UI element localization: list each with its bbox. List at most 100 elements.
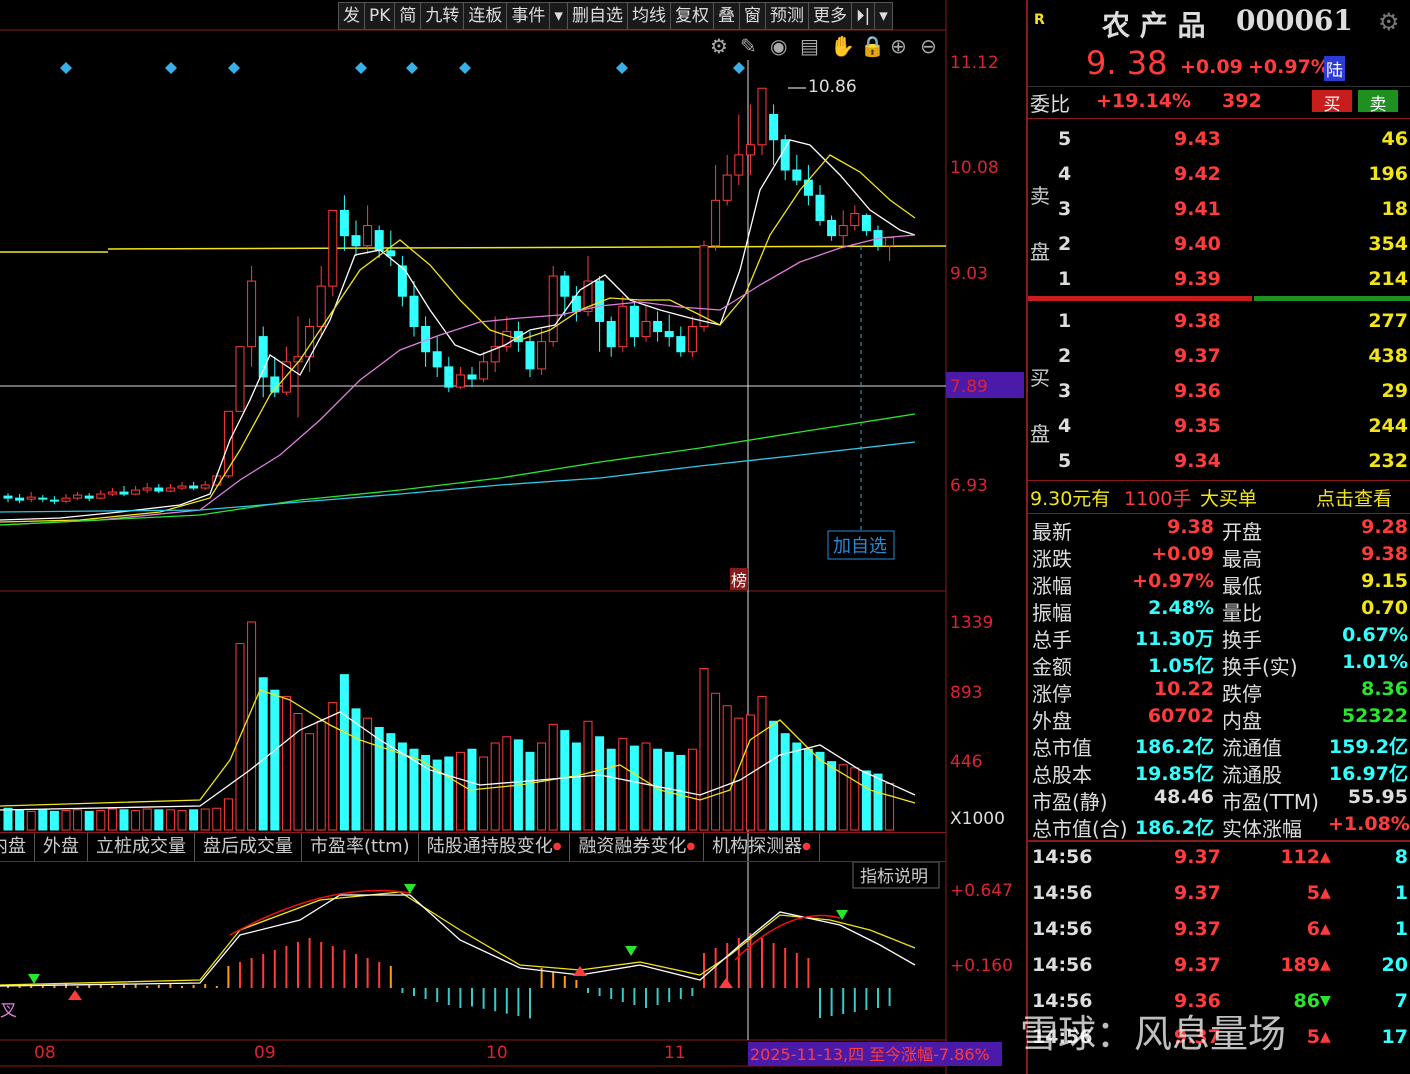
stat-value: 48.46 — [1153, 786, 1214, 808]
volume-bar — [525, 751, 535, 831]
new-dot-icon: ● — [802, 841, 811, 852]
volume-bar — [571, 742, 581, 831]
volume-bar — [374, 726, 384, 831]
indicator-tab[interactable]: 立桩成交量 — [88, 833, 195, 861]
candle-body — [815, 194, 825, 221]
candle-body — [200, 484, 210, 489]
candle-body — [653, 320, 663, 333]
kline-chart[interactable]: 11.12 10.08 9.03 7.89 6.93 1339 893 446 X1000 +0.… — [0, 0, 1026, 1074]
volume-bar — [618, 737, 628, 831]
range-label: 2025-11-13,四 至今涨幅-7.86% — [750, 1045, 990, 1064]
tick-time: 14:56 — [1032, 846, 1093, 868]
indicator-tab[interactable]: 机构探测器● — [704, 833, 820, 861]
stat-label: 涨停 — [1032, 682, 1072, 706]
weibi-diff: 392 — [1222, 90, 1262, 112]
signal-diamond-icon — [165, 62, 177, 74]
volume-bar — [212, 807, 222, 831]
volume-bar — [757, 695, 767, 831]
tick-count: 17 — [1381, 1026, 1408, 1048]
candle-body — [73, 494, 83, 499]
indicator-tab[interactable]: 陆股通持股变化● — [419, 833, 571, 861]
up-arrow-icon: ▲ — [1320, 1029, 1331, 1045]
tick-time: 14:56 — [1032, 918, 1093, 940]
candle-body — [339, 209, 349, 237]
sell-price: 9.39 — [1174, 268, 1221, 290]
eye-icon[interactable]: ◉ — [770, 34, 787, 58]
volume-bar — [61, 810, 71, 831]
stat-label: 市盈(TTM) — [1222, 790, 1319, 814]
volume-bar — [200, 808, 210, 831]
candle-body — [235, 346, 245, 412]
candle-body — [699, 245, 709, 328]
signal-diamond-icon — [406, 62, 418, 74]
big-order-row[interactable]: 9.30元有 1100手 大买单 点击查看 — [1028, 480, 1410, 514]
volume-bar — [861, 770, 871, 831]
signal-diamond-icon — [616, 62, 628, 74]
new-dot-icon: ● — [686, 841, 696, 852]
zoom-out-icon[interactable]: ⊖ — [920, 34, 937, 58]
candle-body — [629, 305, 639, 338]
candle-body — [769, 113, 779, 141]
sell-button[interactable]: 卖 — [1358, 90, 1398, 115]
tick-volume: 189 — [1280, 954, 1320, 976]
buy-level: 4 — [1058, 415, 1072, 437]
signal-diamond-icon — [733, 62, 745, 74]
hand-icon[interactable]: ✋ — [830, 34, 855, 58]
buy-volume: 277 — [1368, 310, 1408, 332]
volume-bar — [328, 702, 338, 831]
indicator-help-button[interactable]: 指标说明 — [860, 867, 928, 887]
ma5-line — [0, 139, 916, 521]
sell-level: 4 — [1058, 163, 1072, 185]
stat-label: 涨跌 — [1032, 547, 1072, 571]
tick-time: 14:56 — [1032, 954, 1093, 976]
stat-value: 52322 — [1341, 705, 1408, 727]
signal-diamond-icon — [355, 62, 367, 74]
stock-code: 000061 — [1236, 4, 1353, 37]
price-change-pct: +0.97% — [1248, 56, 1330, 78]
ma10-line — [0, 154, 916, 523]
candle-body — [374, 230, 384, 252]
volume-bar — [455, 751, 465, 831]
zoom-in-icon[interactable]: ⊕ — [890, 34, 907, 58]
volume-bar — [699, 667, 709, 831]
candle-body — [84, 495, 94, 499]
stat-value: 186.2亿 — [1134, 817, 1214, 839]
volume-bar — [38, 809, 48, 831]
x-tick-label: 11 — [664, 1043, 686, 1063]
stock-name: 农 产 品 — [1102, 9, 1206, 42]
sell-price: 9.43 — [1174, 128, 1221, 150]
print-icon[interactable]: ▤ — [800, 34, 819, 58]
tick-price: 9.37 — [1174, 846, 1221, 868]
candle-body — [96, 493, 106, 499]
pen-icon[interactable]: ✎ — [740, 34, 757, 58]
settings-icon[interactable]: ⚙ — [710, 34, 728, 58]
indicator-tab[interactable]: 盘后成交量 — [195, 833, 302, 861]
lock-icon[interactable]: 🔒 — [860, 34, 885, 58]
candle-body — [734, 154, 744, 176]
weibi-row: 委比 +19.14% 392 买 卖 — [1028, 86, 1410, 119]
current-price: 9. 38 — [1086, 44, 1168, 82]
indicator-tab[interactable]: 内盘 — [0, 833, 35, 861]
price-tick-label: 6.93 — [950, 476, 988, 496]
candle-body — [722, 174, 732, 201]
indicator-tab[interactable]: 融资融券变化● — [570, 833, 705, 861]
volume-bar — [351, 708, 361, 831]
candle-body — [745, 144, 755, 156]
buy-button[interactable]: 买 — [1312, 90, 1352, 115]
add-watch-button[interactable]: 加自选 — [833, 536, 887, 557]
settings-gear-icon[interactable]: ⚙ — [1378, 8, 1400, 36]
candle-body — [687, 326, 697, 353]
candle-body — [328, 209, 338, 287]
candle-body — [247, 280, 257, 348]
stat-value: 186.2亿 — [1134, 736, 1214, 758]
indicator-tab[interactable]: 市盈率(ttm) — [302, 833, 419, 861]
indicator-tab[interactable]: 外盘 — [35, 833, 88, 861]
volume-bar — [165, 809, 175, 831]
view-link[interactable]: 点击查看 — [1316, 484, 1392, 511]
x-tick-label: 08 — [34, 1043, 56, 1063]
sell-price: 9.40 — [1174, 233, 1221, 255]
stat-value: 159.2亿 — [1328, 736, 1408, 758]
candle-body — [467, 374, 477, 380]
volume-bar — [885, 782, 895, 831]
stat-label: 最新 — [1032, 520, 1072, 544]
